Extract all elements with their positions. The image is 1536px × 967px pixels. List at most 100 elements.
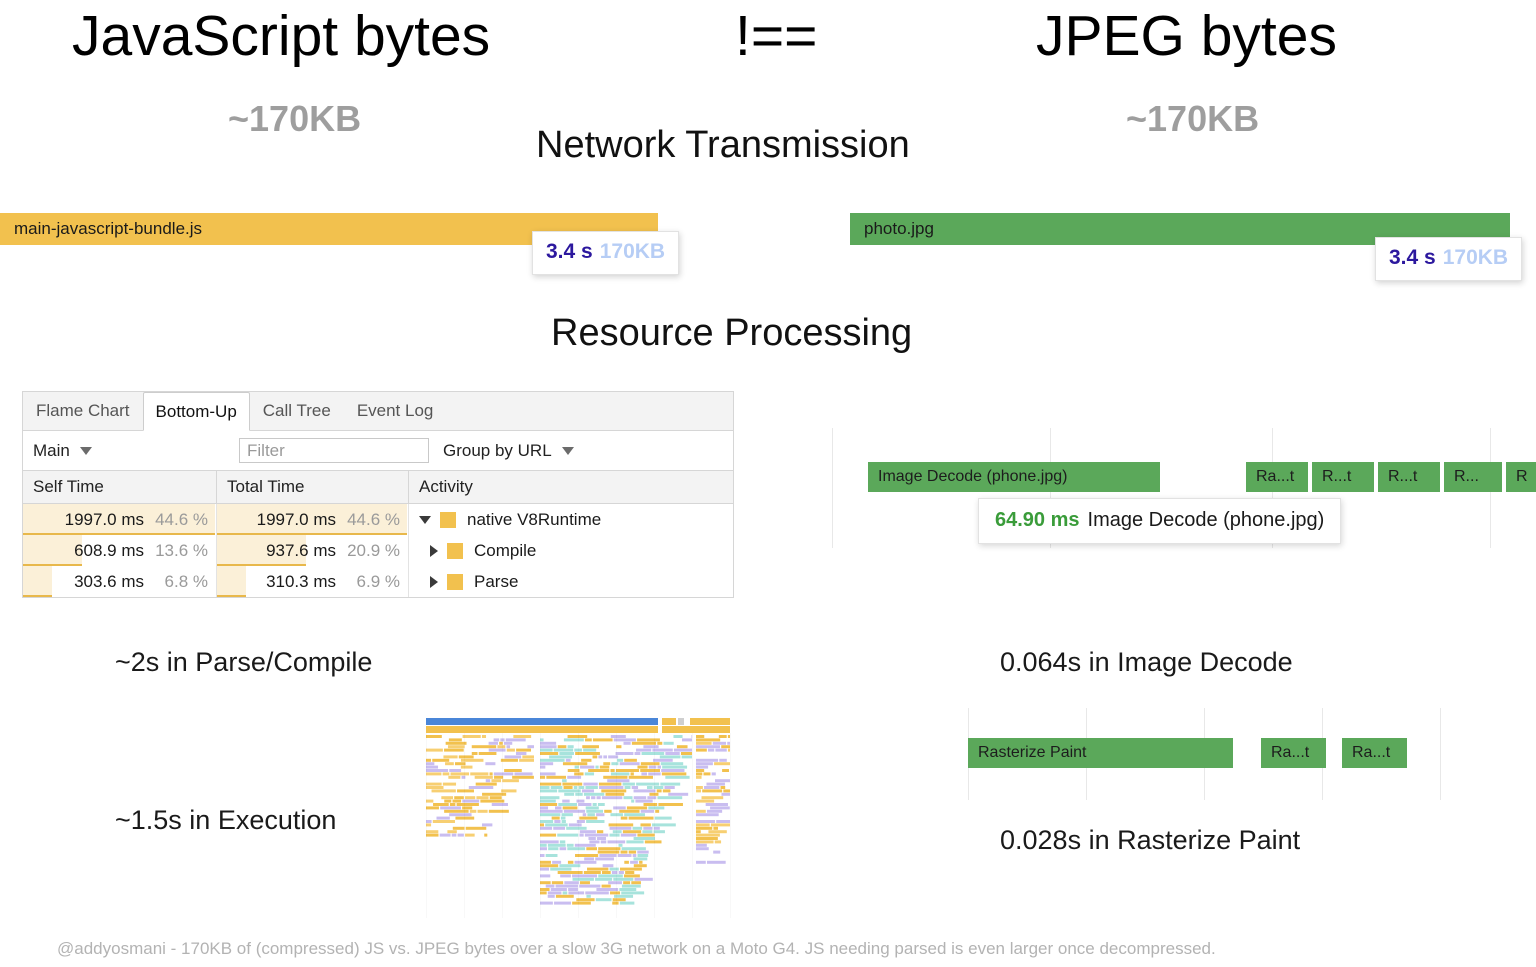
self-time-value: 608.9 ms	[74, 540, 144, 560]
scope-select-label: Main	[33, 440, 70, 460]
timeline-rasterize-paint: Rasterize Paint Ra...t Ra...t	[962, 708, 1462, 800]
chevron-down-icon	[79, 446, 92, 455]
activity-label: Compile	[474, 540, 537, 560]
timeline-tooltip-image-decode: 64.90 ms Image Decode (phone.jpg)	[978, 498, 1342, 544]
timeline-bar[interactable]: Ra...t	[1261, 738, 1326, 768]
table-body: 1997.0 ms 44.6 % 1997.0 ms 44.6 % native V8R…	[23, 504, 733, 597]
percent-fill-bar	[23, 535, 82, 566]
network-bar-jpeg-label: photo.jpg	[864, 219, 934, 238]
footer-caption: @addyosmani - 170KB of (compressed) JS v…	[57, 939, 1216, 958]
table-header: Self Time Total Time Activity	[23, 471, 733, 504]
column-header-self-time[interactable]: Self Time	[23, 471, 217, 503]
total-time-value: 937.6 ms	[266, 540, 336, 560]
scope-select[interactable]: Main	[33, 441, 233, 461]
timeline-bar-label: R...	[1454, 468, 1479, 485]
annotation-execution: ~1.5s in Execution	[115, 805, 337, 835]
chevron-down-icon	[561, 446, 574, 455]
network-tooltip-javascript: 3.4 s 170KB	[532, 231, 680, 275]
network-bar-javascript-label: main-javascript-bundle.js	[14, 219, 203, 238]
section-title-processing: Resource Processing	[551, 312, 913, 354]
category-color-swatch	[447, 573, 463, 590]
total-time-cell: 1997.0 ms 44.6 %	[217, 504, 409, 535]
category-color-swatch	[440, 511, 456, 528]
timeline-bar-label: Image Decode (phone.jpg)	[878, 468, 1068, 485]
annotation-image-decode: 0.064s in Image Decode	[1000, 647, 1293, 677]
total-time-value: 310.3 ms	[266, 571, 336, 591]
self-time-percent: 13.6 %	[155, 540, 208, 560]
chevron-right-icon[interactable]	[430, 575, 438, 588]
activity-cell: Compile	[409, 535, 733, 566]
self-time-cell: 608.9 ms 13.6 %	[23, 535, 217, 566]
timeline-bar[interactable]: R...	[1444, 462, 1502, 492]
network-tooltip-javascript-time: 3.4 s	[546, 240, 593, 263]
activity-cell: native V8Runtime	[409, 504, 733, 535]
chevron-right-icon[interactable]	[430, 544, 438, 557]
tab-event-log[interactable]: Event Log	[344, 392, 447, 430]
percent-fill-bar	[217, 566, 247, 597]
table-row[interactable]: 608.9 ms 13.6 % 937.6 ms 20.9 % Compile	[23, 535, 733, 566]
chevron-down-icon[interactable]	[419, 515, 431, 524]
timeline-bar[interactable]: Ra...t	[1342, 738, 1407, 768]
percent-fill-bar	[23, 566, 53, 597]
timeline-gridline	[832, 428, 833, 548]
timeline-bar-label: Ra...t	[1352, 744, 1391, 761]
group-by-select-label: Group by URL	[443, 440, 552, 460]
timeline-tooltip-label: Image Decode (phone.jpg)	[1087, 509, 1325, 531]
self-time-percent: 6.8 %	[164, 571, 208, 591]
annotation-rasterize-paint: 0.028s in Rasterize Paint	[1000, 825, 1301, 855]
timeline-bar-label: R...t	[1322, 468, 1352, 485]
timeline-bar-label: Ra...t	[1256, 468, 1295, 485]
column-header-total-time[interactable]: Total Time	[217, 471, 409, 503]
table-row[interactable]: 303.6 ms 6.8 % 310.3 ms 6.9 % Parse	[23, 566, 733, 597]
self-time-cell: 1997.0 ms 44.6 %	[23, 504, 217, 535]
group-by-select[interactable]: Group by URL	[443, 441, 643, 461]
network-tooltip-jpeg: 3.4 s 170KB	[1375, 237, 1523, 281]
total-time-cell: 937.6 ms 20.9 %	[217, 535, 409, 566]
headline-jpeg: JPEG bytes	[1036, 4, 1337, 68]
devtools-performance-panel: Flame Chart Bottom-Up Call Tree Event Log M…	[22, 391, 734, 598]
network-tooltip-javascript-size: 170KB	[599, 240, 666, 263]
total-time-percent: 6.9 %	[356, 571, 400, 591]
headline-operator: !==	[735, 4, 818, 68]
self-time-value: 1997.0 ms	[64, 509, 144, 529]
total-time-percent: 44.6 %	[347, 509, 400, 529]
size-label-javascript: ~170KB	[228, 98, 362, 139]
tab-flame-chart[interactable]: Flame Chart	[23, 392, 143, 430]
table-row[interactable]: 1997.0 ms 44.6 % 1997.0 ms 44.6 % native V8R…	[23, 504, 733, 535]
timeline-bar[interactable]: Rasterize Paint	[968, 738, 1233, 768]
activity-label: Parse	[474, 571, 519, 591]
headline-javascript: JavaScript bytes	[72, 4, 491, 68]
timeline-bar[interactable]: R	[1506, 462, 1536, 492]
timeline-bar-label: Rasterize Paint	[978, 744, 1087, 761]
timeline-gridline	[1440, 708, 1441, 800]
timeline-bar[interactable]: R...t	[1378, 462, 1440, 492]
size-label-jpeg: ~170KB	[1126, 98, 1260, 139]
slide-canvas: JavaScript bytes !== JPEG bytes ~170KB ~…	[0, 0, 1536, 967]
activity-cell: Parse	[409, 566, 733, 597]
total-time-cell: 310.3 ms 6.9 %	[217, 566, 409, 597]
timeline-bar-label: R	[1516, 468, 1528, 485]
network-tooltip-jpeg-size: 170KB	[1442, 246, 1509, 269]
timeline-bar-label: R...t	[1388, 468, 1418, 485]
tab-call-tree[interactable]: Call Tree	[250, 392, 344, 430]
network-tooltip-jpeg-time: 3.4 s	[1389, 246, 1436, 269]
section-title-network: Network Transmission	[536, 124, 910, 166]
timeline-bar[interactable]: Ra...t	[1246, 462, 1308, 492]
timeline-bar[interactable]: R...t	[1312, 462, 1374, 492]
category-color-swatch	[447, 542, 463, 559]
self-time-percent: 44.6 %	[155, 509, 208, 529]
headline-row: JavaScript bytes !== JPEG bytes	[0, 2, 1536, 72]
timeline-bar[interactable]: Image Decode (phone.jpg)	[868, 462, 1160, 492]
total-time-value: 1997.0 ms	[256, 509, 336, 529]
activity-label: native V8Runtime	[467, 509, 602, 529]
filter-input[interactable]: Filter	[239, 438, 429, 463]
self-time-cell: 303.6 ms 6.8 %	[23, 566, 217, 597]
flame-chart-thumbnail	[424, 717, 732, 920]
column-header-activity[interactable]: Activity	[409, 471, 733, 503]
devtools-tabbar: Flame Chart Bottom-Up Call Tree Event Log	[23, 392, 733, 431]
tab-bottom-up[interactable]: Bottom-Up	[142, 392, 250, 431]
timeline-bar-label: Ra...t	[1271, 744, 1310, 761]
total-time-percent: 20.9 %	[347, 540, 400, 560]
annotation-parse-compile: ~2s in Parse/Compile	[115, 647, 373, 677]
self-time-value: 303.6 ms	[74, 571, 144, 591]
